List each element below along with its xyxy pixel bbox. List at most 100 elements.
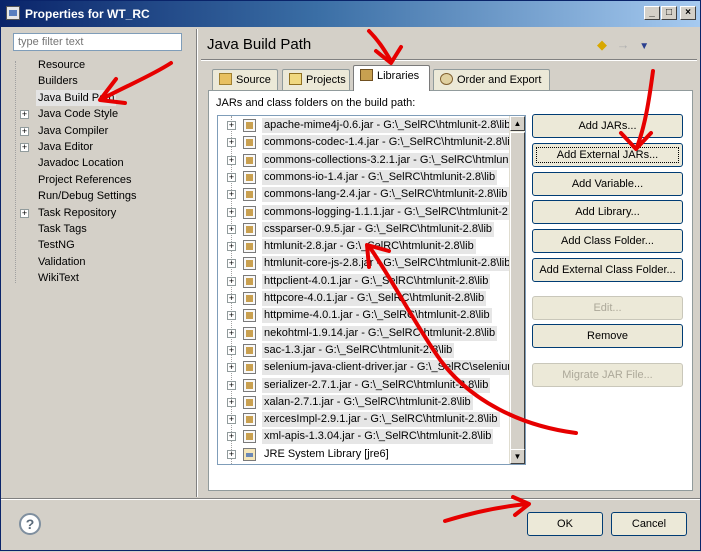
jar-row[interactable]: + sac-1.3.jar - G:\_SelRC\htmlunit-2.8\li… xyxy=(218,342,508,359)
ok-button[interactable]: OK xyxy=(527,512,603,536)
scroll-down-icon[interactable]: ▼ xyxy=(510,449,525,464)
tree-item[interactable]: WikiText xyxy=(11,270,191,286)
expand-plus-icon[interactable]: + xyxy=(227,449,236,459)
library-list[interactable]: + apache-mime4j-0.6.jar - G:\_SelRC\htmlu… xyxy=(217,115,526,465)
jar-row[interactable]: + commons-collections-3.2.1.jar - G:\_Sel… xyxy=(218,152,525,169)
jar-row[interactable]: + commons-io-1.4.jar - G:\_SelRC\htmlunit… xyxy=(218,169,508,186)
close-button[interactable]: × xyxy=(680,6,696,20)
jar-label: apache-mime4j-0.6.jar - G:\_SelRC\htmlun… xyxy=(262,118,513,133)
expand-plus-icon[interactable]: + xyxy=(227,432,236,442)
forward-arrow-icon[interactable]: → xyxy=(617,37,630,52)
remove-button[interactable]: Remove xyxy=(532,324,683,348)
jar-row[interactable]: + commons-codec-1.4.jar - G:\_SelRC\htmlu… xyxy=(218,134,518,151)
jar-row[interactable]: + httpclient-4.0.1.jar - G:\_SelRC\htmlun… xyxy=(218,273,508,290)
back-arrow-icon[interactable]: ◆ xyxy=(597,37,607,53)
migrate-jar-button[interactable]: Migrate JAR File... xyxy=(532,363,683,387)
expand-plus-icon[interactable]: + xyxy=(20,142,29,152)
expand-plus-icon[interactable]: + xyxy=(227,190,236,200)
tree-item[interactable]: Task Tags xyxy=(11,221,191,237)
jar-file-icon xyxy=(243,292,256,305)
tree-item[interactable]: + Java Editor xyxy=(11,139,191,155)
tab-order-and-export[interactable]: Order and Export xyxy=(433,69,550,90)
scrollbar-thumb[interactable] xyxy=(510,132,525,450)
minimize-button[interactable]: _ xyxy=(644,6,660,20)
jar-row[interactable]: + httpmime-4.0.1.jar - G:\_SelRC\htmlunit… xyxy=(218,307,508,324)
scroll-up-icon[interactable]: ▲ xyxy=(510,116,525,131)
expand-plus-icon[interactable]: + xyxy=(227,121,236,130)
jar-row[interactable]: + commons-lang-2.4.jar - G:\_SelRC\htmlun… xyxy=(218,186,510,203)
build-path-description: JARs and class folders on the build path… xyxy=(216,97,416,109)
tree-item[interactable]: TestNG xyxy=(11,237,191,253)
add-class-folder-button[interactable]: Add Class Folder... xyxy=(532,229,683,253)
tree-item[interactable]: Builders xyxy=(11,73,191,89)
expand-plus-icon[interactable]: + xyxy=(227,207,236,217)
expand-plus-icon[interactable]: + xyxy=(227,397,236,407)
expand-plus-icon[interactable]: + xyxy=(227,224,236,234)
jar-row[interactable]: + xml-apis-1.3.04.jar - G:\_SelRC\htmluni… xyxy=(218,428,508,445)
jar-row[interactable]: + cssparser-0.9.5.jar - G:\_SelRC\htmluni… xyxy=(218,221,508,238)
expand-plus-icon[interactable]: + xyxy=(20,110,29,120)
expand-plus-icon[interactable]: + xyxy=(227,172,236,182)
tree-item-label: WikiText xyxy=(38,272,79,285)
add-jars-button[interactable]: Add JARs... xyxy=(532,114,683,138)
cancel-button[interactable]: Cancel xyxy=(611,512,687,536)
add-external-jars-button[interactable]: Add External JARs... xyxy=(532,143,683,167)
tree-item[interactable]: Javadoc Location xyxy=(11,155,191,171)
add-library-button[interactable]: Add Library... xyxy=(532,200,683,224)
tree-item[interactable]: Java Build Path xyxy=(11,89,191,106)
jar-label: xalan-2.7.1.jar - G:\_SelRC\htmlunit-2.8… xyxy=(262,394,473,410)
tab-source[interactable]: Source xyxy=(212,69,278,90)
jar-file-icon xyxy=(243,361,256,375)
expand-plus-icon[interactable]: + xyxy=(227,311,236,321)
tree-item[interactable]: Validation xyxy=(11,254,191,270)
tab-projects[interactable]: Projects xyxy=(282,69,350,90)
tree-item[interactable]: + Java Code Style xyxy=(11,106,191,122)
jar-row[interactable]: + apache-mime4j-0.6.jar - G:\_SelRC\htmlu… xyxy=(218,117,513,134)
jar-row[interactable]: + serializer-2.7.1.jar - G:\_SelRC\htmlun… xyxy=(218,377,508,394)
expand-plus-icon[interactable]: + xyxy=(20,126,29,136)
jar-row[interactable]: + xalan-2.7.1.jar - G:\_SelRC\htmlunit-2.… xyxy=(218,394,508,411)
jar-row[interactable]: + nekohtml-1.9.14.jar - G:\_SelRC\htmluni… xyxy=(218,325,508,342)
jar-label: httpclient-4.0.1.jar - G:\_SelRC\htmluni… xyxy=(262,273,491,289)
jar-row[interactable]: + htmlunit-2.8.jar - G:\_SelRC\htmlunit-2… xyxy=(218,238,508,255)
tree-item[interactable]: Run/Debug Settings xyxy=(11,188,191,204)
jar-row[interactable]: + htmlunit-core-js-2.8.jar - G:\_SelRC\ht… xyxy=(218,255,513,272)
edit-button[interactable]: Edit... xyxy=(532,296,683,320)
expand-plus-icon[interactable]: + xyxy=(227,363,236,373)
expand-plus-icon[interactable]: + xyxy=(227,345,236,355)
expand-plus-icon[interactable]: + xyxy=(227,380,236,390)
maximize-button[interactable]: □ xyxy=(661,6,677,20)
expand-plus-icon[interactable]: + xyxy=(227,294,236,303)
pane-divider[interactable] xyxy=(196,29,198,497)
tree-item[interactable]: Project References xyxy=(11,172,191,188)
jar-row[interactable]: + selenium-java-client-driver.jar - G:\_S… xyxy=(218,359,519,376)
tree-item[interactable]: + Task Repository xyxy=(11,205,191,221)
title-bar[interactable]: Properties for WT_RC _ □ × xyxy=(1,1,700,27)
expand-plus-icon[interactable]: + xyxy=(227,276,236,286)
tree-item-label: Builders xyxy=(38,75,78,88)
jar-row[interactable]: + xercesImpl-2.9.1.jar - G:\_SelRC\htmlun… xyxy=(218,411,508,428)
annotation-arrow-libraries xyxy=(367,29,393,63)
expand-plus-icon[interactable]: + xyxy=(227,242,236,252)
jar-file-icon xyxy=(243,188,256,202)
jar-row[interactable]: + commons-logging-1.1.1.jar - G:\_SelRC\h… xyxy=(218,204,525,221)
expand-plus-icon[interactable]: + xyxy=(227,415,236,425)
expand-plus-icon[interactable]: + xyxy=(227,155,236,165)
filter-input[interactable] xyxy=(13,33,182,51)
expand-plus-icon[interactable]: + xyxy=(227,138,236,148)
tree-item[interactable]: + Java Compiler xyxy=(11,123,191,139)
add-variable-button[interactable]: Add Variable... xyxy=(532,172,683,196)
vertical-scrollbar[interactable]: ▲ ▼ xyxy=(509,116,525,464)
tab-libraries[interactable]: Libraries xyxy=(353,65,430,91)
annotation-arrow-ok xyxy=(443,502,529,523)
jre-library-row[interactable]: + JRE System Library [jre6] xyxy=(218,446,508,463)
expand-plus-icon[interactable]: + xyxy=(227,328,236,338)
view-menu-icon[interactable]: ▼ xyxy=(639,41,649,52)
expand-plus-icon[interactable]: + xyxy=(227,259,236,269)
jar-row[interactable]: + httpcore-4.0.1.jar - G:\_SelRC\htmlunit… xyxy=(218,290,508,307)
tree-item[interactable]: Resource xyxy=(11,57,191,73)
tab-label: Libraries xyxy=(377,70,420,82)
help-icon[interactable]: ? xyxy=(19,513,41,535)
expand-plus-icon[interactable]: + xyxy=(20,208,29,218)
add-external-class-folder-button[interactable]: Add External Class Folder... xyxy=(532,258,683,282)
